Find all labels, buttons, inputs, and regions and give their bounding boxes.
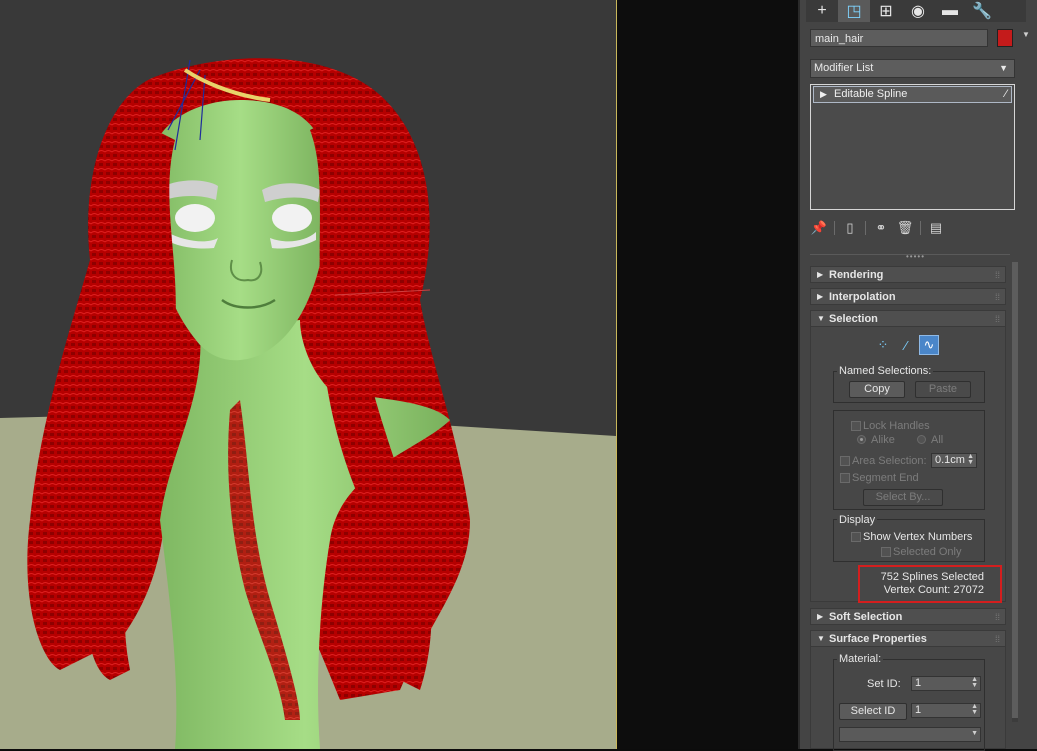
material-label: Material: (837, 653, 884, 665)
expanded-arrow-icon: ▼ (817, 314, 825, 323)
set-id-value: 1 (915, 677, 922, 689)
panel-scrollbar[interactable] (1012, 262, 1018, 722)
create-tab-icon[interactable]: + (806, 0, 838, 22)
utilities-tab-icon[interactable]: 🔧 (966, 0, 998, 22)
toolbar-divider (920, 221, 921, 235)
panel-arrow-icon[interactable]: ▼ (1022, 30, 1030, 39)
collapsed-arrow-icon: ▶ (817, 292, 824, 301)
empty-viewport-area (617, 0, 798, 749)
named-selections-label: Named Selections: (837, 365, 934, 377)
viewport-perspective[interactable] (0, 0, 616, 749)
expanded-arrow-icon: ▼ (817, 634, 825, 643)
alike-radio[interactable]: Alike (857, 434, 895, 446)
radio-dot (857, 435, 866, 444)
all-radio[interactable]: All (917, 434, 943, 446)
show-end-result-icon[interactable]: ▯ (841, 220, 859, 236)
chevron-down-icon: ▼ (971, 730, 978, 737)
area-selection-value: 0.1cm (935, 454, 965, 466)
grip-icon: ⁞⁞ (994, 270, 1000, 280)
radio-dot (917, 435, 926, 444)
selected-only-checkbox[interactable]: Selected Only (881, 546, 961, 558)
selection-rollout-body: ⁘ ⁄ ∿ Named Selections: Copy Paste Lock … (810, 327, 1006, 603)
make-unique-icon[interactable]: ⚭ (872, 220, 890, 236)
vertex-mode-icon[interactable]: ⁘ (873, 335, 893, 355)
material-name-dropdown[interactable]: ▼ (839, 727, 981, 742)
rollout-rendering[interactable]: ▶ Rendering ⁞⁞ (810, 266, 1006, 283)
viewport-scene (0, 0, 616, 749)
select-id-spinner[interactable]: 1 ▲ ▼ (911, 703, 981, 718)
selection-status: 752 Splines Selected Vertex Count: 27072 (858, 565, 1002, 603)
segment-end-checkbox[interactable]: Segment End (840, 472, 919, 484)
panel-grip[interactable]: ••••• (810, 252, 1010, 261)
collapsed-arrow-icon: ▶ (817, 612, 824, 621)
modify-tab-icon[interactable]: ◳ (838, 0, 870, 22)
area-selection-spinner[interactable]: 0.1cm ▲ ▼ (931, 453, 977, 468)
set-id-label: Set ID: (867, 678, 901, 690)
expand-triangle-icon[interactable]: ▶ (820, 87, 827, 102)
rollout-soft-selection[interactable]: ▶ Soft Selection ⁞⁞ (810, 608, 1006, 625)
copy-button[interactable]: Copy (849, 381, 905, 398)
rollout-title: Interpolation (829, 291, 896, 303)
surface-rollout-body: Material: Set ID: 1 ▲ ▼ Select ID 1 ▲ ▼ ▼ (810, 647, 1006, 751)
spinner-arrows-icon[interactable]: ▲ ▼ (967, 453, 974, 466)
grip-icon: ⁞⁞ (994, 612, 1000, 622)
spinner-arrows-icon[interactable]: ▲ ▼ (971, 676, 978, 689)
modifier-stack[interactable]: ▶ Editable Spline ⁄ (810, 84, 1015, 210)
rollout-title: Soft Selection (829, 611, 903, 623)
spline-icon: ⁄ (1005, 88, 1007, 100)
stack-item-editable-spline[interactable]: ▶ Editable Spline ⁄ (813, 86, 1012, 103)
display-tab-icon[interactable]: ▬ (934, 0, 966, 22)
paste-button[interactable]: Paste (915, 381, 971, 398)
show-vertex-numbers-checkbox[interactable]: Show Vertex Numbers (851, 531, 972, 543)
hierarchy-tab-icon[interactable]: ⊞ (870, 0, 902, 22)
rollout-title: Surface Properties (829, 633, 927, 645)
rollout-selection[interactable]: ▼ Selection ⁞⁞ (810, 310, 1006, 327)
spinner-arrows-icon[interactable]: ▲ ▼ (971, 703, 978, 716)
display-label: Display (837, 514, 878, 526)
object-color-swatch[interactable] (997, 29, 1013, 47)
toolbar-divider (834, 221, 835, 235)
right-eye (272, 204, 312, 232)
pin-stack-icon[interactable]: 📌 (810, 220, 828, 236)
object-name-field[interactable]: main_hair (810, 29, 988, 47)
remove-modifier-icon[interactable]: 🗑 (896, 220, 914, 236)
subobject-level-buttons: ⁘ ⁄ ∿ (873, 335, 939, 355)
chevron-down-icon: ▼ (999, 63, 1008, 73)
rollout-title: Selection (829, 313, 878, 325)
left-eye (175, 204, 215, 232)
stack-item-label: Editable Spline (834, 88, 908, 100)
command-panel: + ◳ ⊞ ◉ ▬ 🔧 main_hair ▼ Modifier List ▼ … (798, 0, 1037, 751)
modifier-list-label: Modifier List (814, 62, 874, 74)
grip-icon: ⁞⁞ (994, 314, 1000, 324)
rollout-interpolation[interactable]: ▶ Interpolation ⁞⁞ (810, 288, 1006, 305)
set-id-spinner[interactable]: 1 ▲ ▼ (911, 676, 981, 691)
scrollbar-thumb[interactable] (1012, 262, 1018, 718)
rollout-title: Rendering (829, 269, 884, 281)
vertex-count-text: Vertex Count: 27072 (883, 584, 984, 596)
spline-mode-icon[interactable]: ∿ (919, 335, 939, 355)
segment-mode-icon[interactable]: ⁄ (896, 335, 916, 355)
grip-icon: ⁞⁞ (994, 292, 1000, 302)
area-selection-checkbox[interactable]: Area Selection: (840, 455, 927, 467)
alike-label: Alike (871, 434, 895, 446)
select-id-value: 1 (915, 704, 922, 716)
command-panel-tabs: + ◳ ⊞ ◉ ▬ 🔧 (806, 0, 1026, 22)
select-by-button[interactable]: Select By... (863, 489, 943, 506)
splines-selected-text: 752 Splines Selected (880, 571, 984, 583)
rollout-surface-properties[interactable]: ▼ Surface Properties ⁞⁞ (810, 630, 1006, 647)
grip-icon: ⁞⁞ (994, 634, 1000, 644)
select-id-button[interactable]: Select ID (839, 703, 907, 720)
modifier-list-dropdown[interactable]: Modifier List ▼ (810, 59, 1015, 78)
toolbar-divider (865, 221, 866, 235)
lock-handles-checkbox[interactable]: Lock Handles (851, 420, 930, 432)
configure-modifier-sets-icon[interactable]: ▤ (927, 220, 945, 236)
motion-tab-icon[interactable]: ◉ (902, 0, 934, 22)
stack-toolbar: 📌 ▯ ⚭ 🗑 ▤ (810, 218, 1020, 238)
collapsed-arrow-icon: ▶ (817, 270, 824, 279)
all-label: All (931, 434, 944, 446)
